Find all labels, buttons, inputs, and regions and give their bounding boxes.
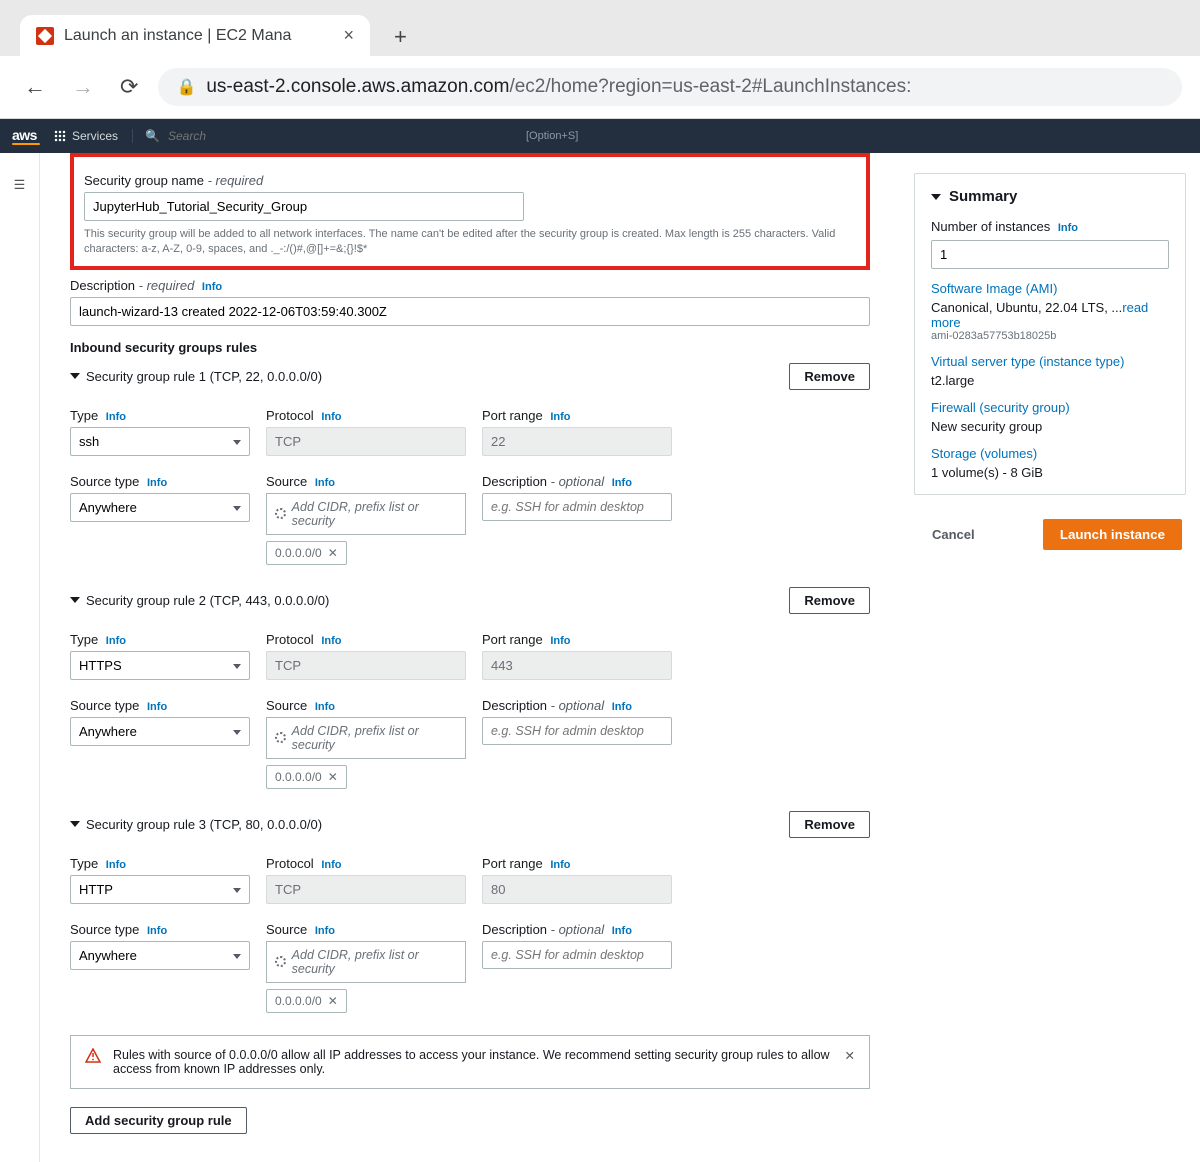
info-link[interactable]: Info	[147, 701, 167, 713]
info-link[interactable]: Info	[321, 411, 341, 423]
remove-chip-icon[interactable]: ✕	[328, 770, 338, 784]
description-label: Description - required Info	[70, 278, 870, 293]
summary-header[interactable]: Summary	[931, 188, 1169, 205]
warning-icon	[85, 1048, 101, 1067]
summary-ami-label[interactable]: Software Image (AMI)	[931, 281, 1169, 296]
summary-actions: Cancel Launch instance	[914, 509, 1186, 560]
forward-button[interactable]: →	[66, 70, 100, 104]
aws-search[interactable]: 🔍 [Option+S]	[132, 129, 578, 143]
sg-name-input[interactable]	[84, 192, 524, 221]
source-type-select[interactable]: Anywhere	[70, 941, 250, 970]
port-range-readonly: 80	[482, 875, 672, 904]
info-link[interactable]: Info	[550, 635, 570, 647]
summary-instance-type-label[interactable]: Virtual server type (instance type)	[931, 354, 1169, 369]
caret-down-icon	[70, 597, 80, 603]
rule-description-input[interactable]	[482, 493, 672, 521]
info-link[interactable]: Info	[612, 477, 632, 489]
rule-title[interactable]: Security group rule 2 (TCP, 443, 0.0.0.0…	[70, 593, 329, 608]
reload-button[interactable]: ⟳	[114, 70, 144, 104]
tab-title: Launch an instance | EC2 Mana	[64, 27, 333, 45]
summary-firewall-label[interactable]: Firewall (security group)	[931, 400, 1169, 415]
back-button[interactable]: ←	[18, 70, 52, 104]
info-link[interactable]: Info	[202, 281, 222, 293]
info-link[interactable]: Info	[612, 701, 632, 713]
rule-title[interactable]: Security group rule 1 (TCP, 22, 0.0.0.0/…	[70, 369, 322, 384]
open-cidr-warning: Rules with source of 0.0.0.0/0 allow all…	[70, 1035, 870, 1089]
remove-rule-button[interactable]: Remove	[789, 363, 870, 390]
caret-down-icon	[70, 821, 80, 827]
caret-down-icon	[931, 194, 941, 200]
cidr-chip[interactable]: 0.0.0.0/0 ✕	[266, 989, 347, 1013]
aws-logo[interactable]: aws	[12, 127, 40, 145]
info-link[interactable]: Info	[612, 925, 632, 937]
info-link[interactable]: Info	[550, 859, 570, 871]
remove-rule-button[interactable]: Remove	[789, 811, 870, 838]
instance-count-input[interactable]	[931, 240, 1169, 269]
spinner-icon	[275, 508, 286, 519]
port-range-readonly: 22	[482, 427, 672, 456]
remove-chip-icon[interactable]: ✕	[328, 546, 338, 560]
address-bar[interactable]: 🔒 us-east-2.console.aws.amazon.com/ec2/h…	[158, 68, 1182, 106]
aws-search-input[interactable]	[168, 129, 518, 143]
rule-title[interactable]: Security group rule 3 (TCP, 80, 0.0.0.0/…	[70, 817, 322, 832]
spinner-icon	[275, 956, 286, 967]
cidr-chip[interactable]: 0.0.0.0/0 ✕	[266, 765, 347, 789]
rule-type-select[interactable]: HTTPS	[70, 651, 250, 680]
aws-top-nav: aws Services 🔍 [Option+S]	[0, 119, 1200, 153]
remove-chip-icon[interactable]: ✕	[328, 994, 338, 1008]
protocol-readonly: TCP	[266, 427, 466, 456]
add-security-group-rule-button[interactable]: Add security group rule	[70, 1107, 247, 1134]
sg-name-helper: This security group will be added to all…	[84, 227, 856, 258]
rule-type-select[interactable]: ssh	[70, 427, 250, 456]
info-link[interactable]: Info	[106, 635, 126, 647]
info-link[interactable]: Info	[106, 411, 126, 423]
spinner-icon	[275, 732, 286, 743]
summary-panel: Summary Number of instances Info Softwar…	[914, 173, 1186, 495]
rule-type-select[interactable]: HTTP	[70, 875, 250, 904]
info-link[interactable]: Info	[321, 859, 341, 871]
close-tab-icon[interactable]: ×	[343, 25, 354, 46]
protocol-readonly: TCP	[266, 875, 466, 904]
caret-down-icon	[70, 373, 80, 379]
info-link[interactable]: Info	[315, 701, 335, 713]
info-link[interactable]: Info	[147, 925, 167, 937]
browser-chrome: Launch an instance | EC2 Mana × + ← → ⟳ …	[0, 0, 1200, 119]
source-cidr-input[interactable]: Add CIDR, prefix list or security	[266, 941, 466, 983]
aws-favicon-icon	[36, 27, 54, 45]
info-link[interactable]: Info	[1058, 222, 1078, 234]
lock-icon: 🔒	[176, 77, 196, 97]
services-menu[interactable]: Services	[54, 129, 118, 143]
info-link[interactable]: Info	[315, 477, 335, 489]
source-type-select[interactable]: Anywhere	[70, 493, 250, 522]
description-input[interactable]	[70, 297, 870, 326]
port-range-readonly: 443	[482, 651, 672, 680]
search-shortcut: [Option+S]	[526, 130, 578, 142]
info-link[interactable]: Info	[315, 925, 335, 937]
summary-storage-label[interactable]: Storage (volumes)	[931, 446, 1169, 461]
source-cidr-input[interactable]: Add CIDR, prefix list or security	[266, 493, 466, 535]
cidr-chip[interactable]: 0.0.0.0/0 ✕	[266, 541, 347, 565]
info-link[interactable]: Info	[321, 635, 341, 647]
close-warning-icon[interactable]: ✕	[845, 1048, 855, 1063]
grid-icon	[54, 130, 66, 142]
hamburger-menu[interactable]: ☰	[0, 153, 40, 1162]
browser-tab[interactable]: Launch an instance | EC2 Mana ×	[20, 15, 370, 56]
protocol-readonly: TCP	[266, 651, 466, 680]
info-link[interactable]: Info	[550, 411, 570, 423]
source-cidr-input[interactable]: Add CIDR, prefix list or security	[266, 717, 466, 759]
info-link[interactable]: Info	[147, 477, 167, 489]
search-icon: 🔍	[145, 129, 160, 143]
security-group-name-section: Security group name - required This secu…	[70, 153, 870, 270]
launch-instance-button[interactable]: Launch instance	[1043, 519, 1182, 550]
new-tab-button[interactable]: +	[384, 24, 417, 56]
remove-rule-button[interactable]: Remove	[789, 587, 870, 614]
info-link[interactable]: Info	[106, 859, 126, 871]
rule-description-input[interactable]	[482, 717, 672, 745]
source-type-select[interactable]: Anywhere	[70, 717, 250, 746]
cancel-button[interactable]: Cancel	[918, 521, 989, 548]
inbound-rules-header: Inbound security groups rules	[70, 340, 870, 355]
sg-name-label: Security group name - required	[84, 173, 856, 188]
rule-description-input[interactable]	[482, 941, 672, 969]
